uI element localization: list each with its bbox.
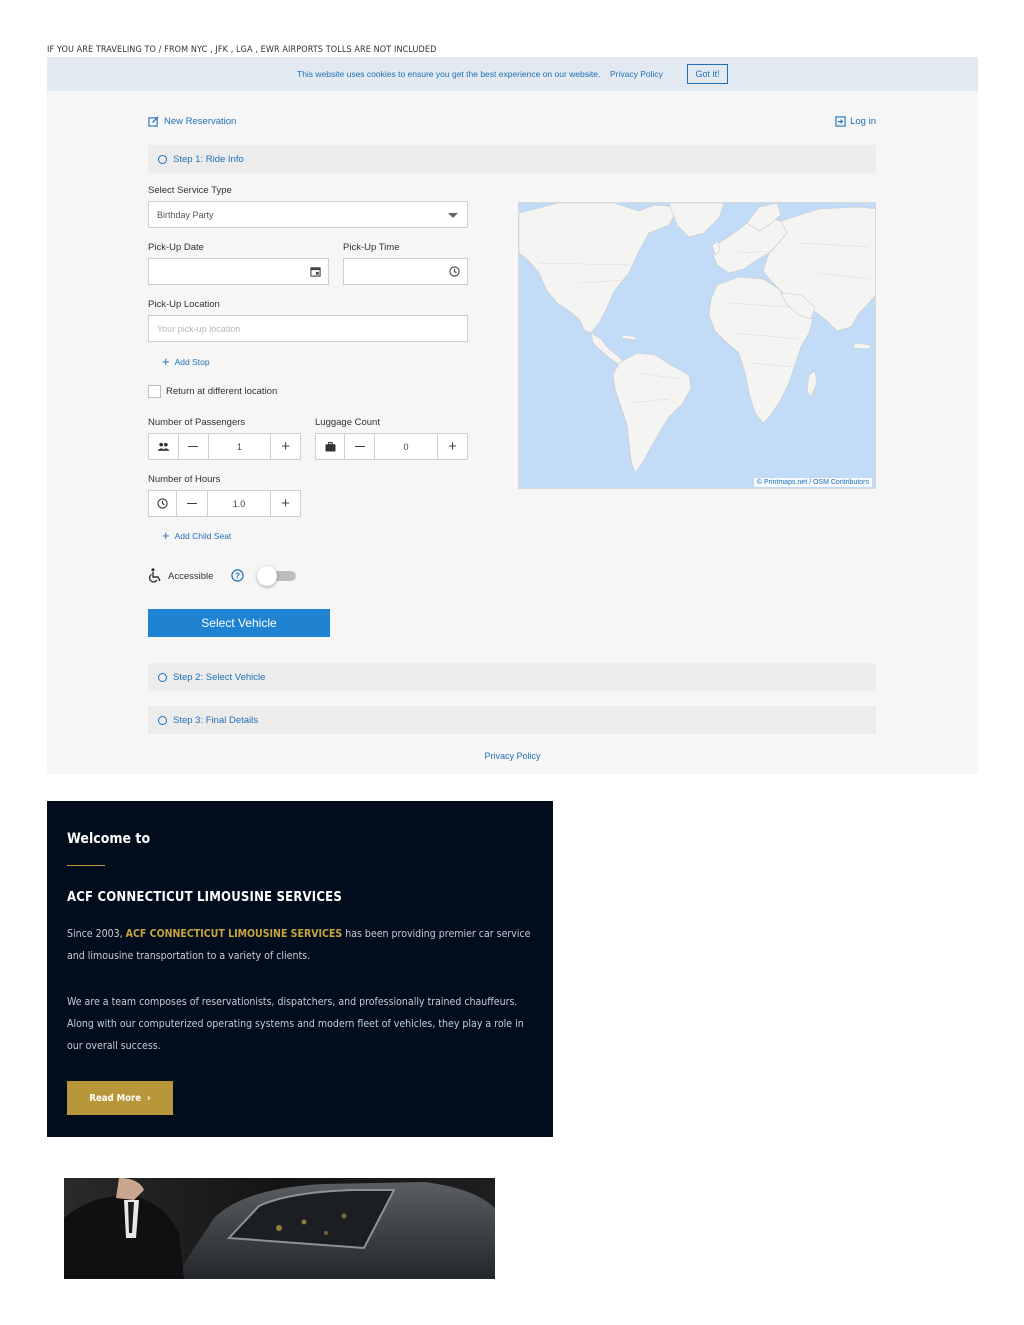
plus-icon: + xyxy=(162,354,170,369)
passengers-decrement-button[interactable] xyxy=(179,434,209,459)
pickup-date-label: Pick-Up Date xyxy=(148,242,204,253)
brand-name: ACF CONNECTICUT LIMOUSINE SERVICES xyxy=(125,928,343,940)
cookie-privacy-link[interactable]: Privacy Policy xyxy=(610,69,663,79)
accessible-label: Accessible xyxy=(168,571,214,582)
service-type-select[interactable]: Birthday Party xyxy=(148,201,468,228)
hours-value[interactable]: 1.0 xyxy=(208,491,271,516)
passengers-stepper: 1 + xyxy=(148,433,301,460)
cookie-text: This website uses cookies to ensure you … xyxy=(297,69,601,79)
luggage-increment-button[interactable]: + xyxy=(438,434,467,459)
service-type-label: Select Service Type xyxy=(148,185,232,196)
pickup-time-input[interactable] xyxy=(343,258,468,285)
minus-icon xyxy=(354,445,365,448)
world-map[interactable]: © Printmaps.net / OSM Contributors xyxy=(518,202,876,489)
cookie-banner: This website uses cookies to ensure you … xyxy=(47,57,978,91)
hours-label: Number of Hours xyxy=(148,474,221,485)
wheelchair-icon xyxy=(149,568,161,583)
minus-icon xyxy=(188,445,199,448)
chevron-right-icon: › xyxy=(147,1092,151,1104)
new-reservation-label: New Reservation xyxy=(164,116,237,127)
luggage-label: Luggage Count xyxy=(315,417,380,428)
add-stop-label: Add Stop xyxy=(174,357,210,367)
step-3-label: Step 3: Final Details xyxy=(173,714,259,726)
luggage-value[interactable]: 0 xyxy=(375,434,438,459)
welcome-section: Welcome to ACF CONNECTICUT LIMOUSINE SER… xyxy=(47,801,553,1137)
toggle-knob xyxy=(257,566,277,586)
add-child-seat-label: Add Child Seat xyxy=(174,531,232,541)
read-more-button[interactable]: Read More › xyxy=(67,1081,173,1115)
select-vehicle-button[interactable]: Select Vehicle xyxy=(148,609,330,637)
step-2-label: Step 2: Select Vehicle xyxy=(173,671,266,683)
step-2-header[interactable]: Step 2: Select Vehicle xyxy=(148,663,876,691)
privacy-policy-link[interactable]: Privacy Policy xyxy=(47,751,978,761)
chauffeur-car-image xyxy=(64,1178,495,1279)
add-stop-link[interactable]: + Add Stop xyxy=(162,354,210,369)
step-1-label: Step 1: Ride Info xyxy=(173,153,244,165)
suitcase-icon xyxy=(316,434,345,459)
accessible-toggle[interactable] xyxy=(257,566,296,586)
team-paragraph: We are a team composes of reservationist… xyxy=(67,996,524,1052)
pickup-date-input[interactable] xyxy=(148,258,329,285)
return-location-label: Return at different location xyxy=(166,386,278,397)
clock-icon xyxy=(149,491,177,516)
help-icon[interactable]: ? xyxy=(231,569,244,582)
hours-increment-button[interactable]: + xyxy=(271,491,300,516)
map-credit[interactable]: © Printmaps.net / OSM Contributors xyxy=(753,478,872,487)
step-circle-icon xyxy=(158,672,167,682)
plus-icon: + xyxy=(281,495,290,512)
login-label: Log in xyxy=(850,116,876,127)
login-link[interactable]: Log in xyxy=(835,116,876,127)
step-3-header[interactable]: Step 3: Final Details xyxy=(148,706,876,734)
reservation-widget: This website uses cookies to ensure you … xyxy=(47,57,978,774)
pickup-location-placeholder: Your pick-up location xyxy=(157,323,241,334)
svg-text:?: ? xyxy=(235,572,240,581)
pickup-time-label: Pick-Up Time xyxy=(343,242,400,253)
step-1-header[interactable]: Step 1: Ride Info xyxy=(148,145,876,173)
welcome-heading: Welcome to xyxy=(67,831,151,847)
hours-decrement-button[interactable] xyxy=(177,491,208,516)
step-circle-icon xyxy=(158,715,167,725)
map-graphic xyxy=(519,203,875,474)
company-title: ACF CONNECTICUT LIMOUSINE SERVICES xyxy=(67,890,342,905)
calendar-icon xyxy=(310,267,321,277)
plus-icon: + xyxy=(162,528,170,543)
gold-divider xyxy=(67,865,105,866)
chauffeur-photo xyxy=(64,1178,495,1279)
intro-paragraph: Since 2003, ACF CONNECTICUT LIMOUSINE SE… xyxy=(67,923,537,967)
toll-notice: IF YOU ARE TRAVELING TO / FROM NYC , JFK… xyxy=(47,45,437,55)
plus-icon: + xyxy=(448,438,457,455)
read-more-label: Read More xyxy=(89,1092,142,1104)
minus-icon xyxy=(187,502,197,505)
edit-icon xyxy=(148,116,159,127)
step-circle-icon xyxy=(158,154,167,164)
luggage-decrement-button[interactable] xyxy=(345,434,375,459)
users-icon xyxy=(149,434,179,459)
passengers-increment-button[interactable]: + xyxy=(271,434,300,459)
login-icon xyxy=(835,116,846,127)
pickup-location-label: Pick-Up Location xyxy=(148,299,220,310)
pickup-location-input[interactable]: Your pick-up location xyxy=(148,315,468,342)
caret-down-icon xyxy=(448,213,458,218)
cookie-accept-button[interactable]: Got it! xyxy=(687,64,728,84)
passengers-value[interactable]: 1 xyxy=(209,434,272,459)
passengers-label: Number of Passengers xyxy=(148,417,246,428)
intro-prefix: Since 2003, xyxy=(67,928,123,940)
new-reservation-link[interactable]: New Reservation xyxy=(148,116,236,127)
luggage-stepper: 0 + xyxy=(315,433,468,460)
service-type-value: Birthday Party xyxy=(157,209,214,220)
hours-stepper: 1.0 + xyxy=(148,490,301,517)
plus-icon: + xyxy=(281,438,290,455)
clock-icon xyxy=(449,266,460,277)
return-location-checkbox[interactable] xyxy=(148,385,161,398)
add-child-seat-link[interactable]: + Add Child Seat xyxy=(162,528,232,543)
